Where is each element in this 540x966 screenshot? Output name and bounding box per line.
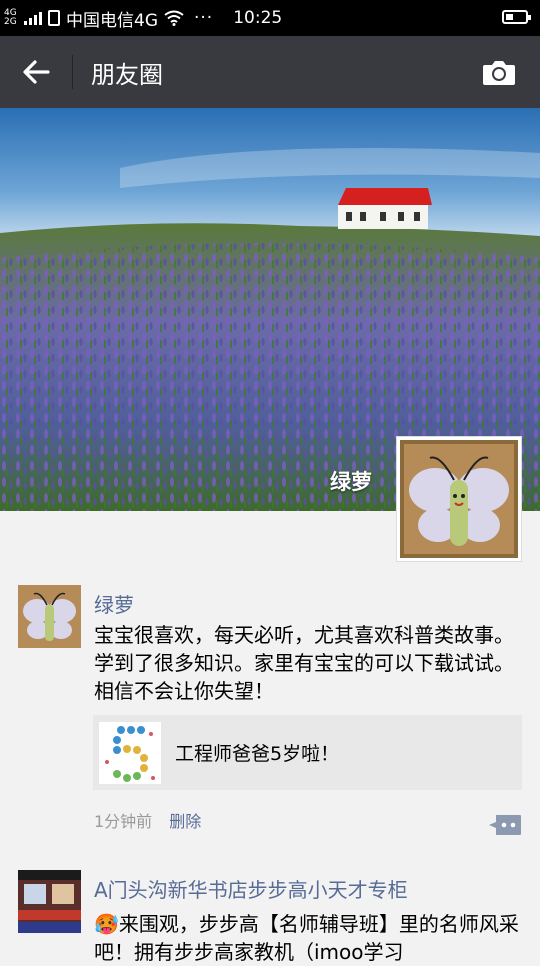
arrow-left-icon <box>23 60 50 84</box>
post-text: 宝宝很喜欢，每天必听，尤其喜欢科普类故事。学到了很多知识。家里有宝宝的可以下载试… <box>94 623 514 703</box>
butterfly-avatar-image <box>400 440 518 558</box>
status-bar: 4G 2G 中国电信4G ··· 10:25 <box>0 0 540 36</box>
more-dots: ··· <box>194 8 214 28</box>
post-time: 1分钟前 <box>94 812 153 831</box>
comment-icon[interactable] <box>488 813 522 837</box>
store-avatar-image <box>18 870 81 933</box>
camera-icon[interactable] <box>482 58 516 86</box>
wifi-icon <box>164 10 184 26</box>
carrier-label: 中国电信4G <box>66 10 158 31</box>
house-graphic <box>338 188 432 229</box>
post-meta: 1分钟前 删除 <box>94 808 201 832</box>
sim-icon <box>48 10 60 26</box>
share-title: 工程师爸爸5岁啦！ <box>175 743 340 765</box>
network-type: 4G 2G <box>4 9 22 27</box>
post-avatar[interactable] <box>18 870 81 933</box>
battery-icon <box>502 10 531 24</box>
shared-link-card[interactable]: 工程师爸爸5岁啦！ <box>93 715 522 790</box>
post-author[interactable]: A门头沟新华书店步步高小天才专柜 <box>94 874 408 903</box>
share-thumbnail <box>99 721 161 784</box>
post-author[interactable]: 绿萝 <box>94 589 134 618</box>
network-2g: 2G <box>4 17 17 27</box>
back-button[interactable] <box>0 36 72 108</box>
post-text: 🥵来围观，步步高【名师辅导班】里的名师风采吧！拥有步步高家教机（imoo学习 <box>94 912 519 964</box>
signal-icon <box>24 11 42 25</box>
cover-username: 绿萝 <box>330 470 372 494</box>
battery-level <box>506 14 514 20</box>
page-title: 朋友圈 <box>91 60 163 89</box>
butterfly-avatar-image <box>18 585 81 648</box>
number-five-image <box>99 721 161 784</box>
title-bar: 朋友圈 <box>0 36 540 108</box>
title-divider <box>72 55 73 89</box>
profile-avatar[interactable] <box>396 436 522 562</box>
post-avatar[interactable] <box>18 585 81 648</box>
delete-link[interactable]: 删除 <box>169 812 201 831</box>
clock: 10:25 <box>233 8 283 28</box>
